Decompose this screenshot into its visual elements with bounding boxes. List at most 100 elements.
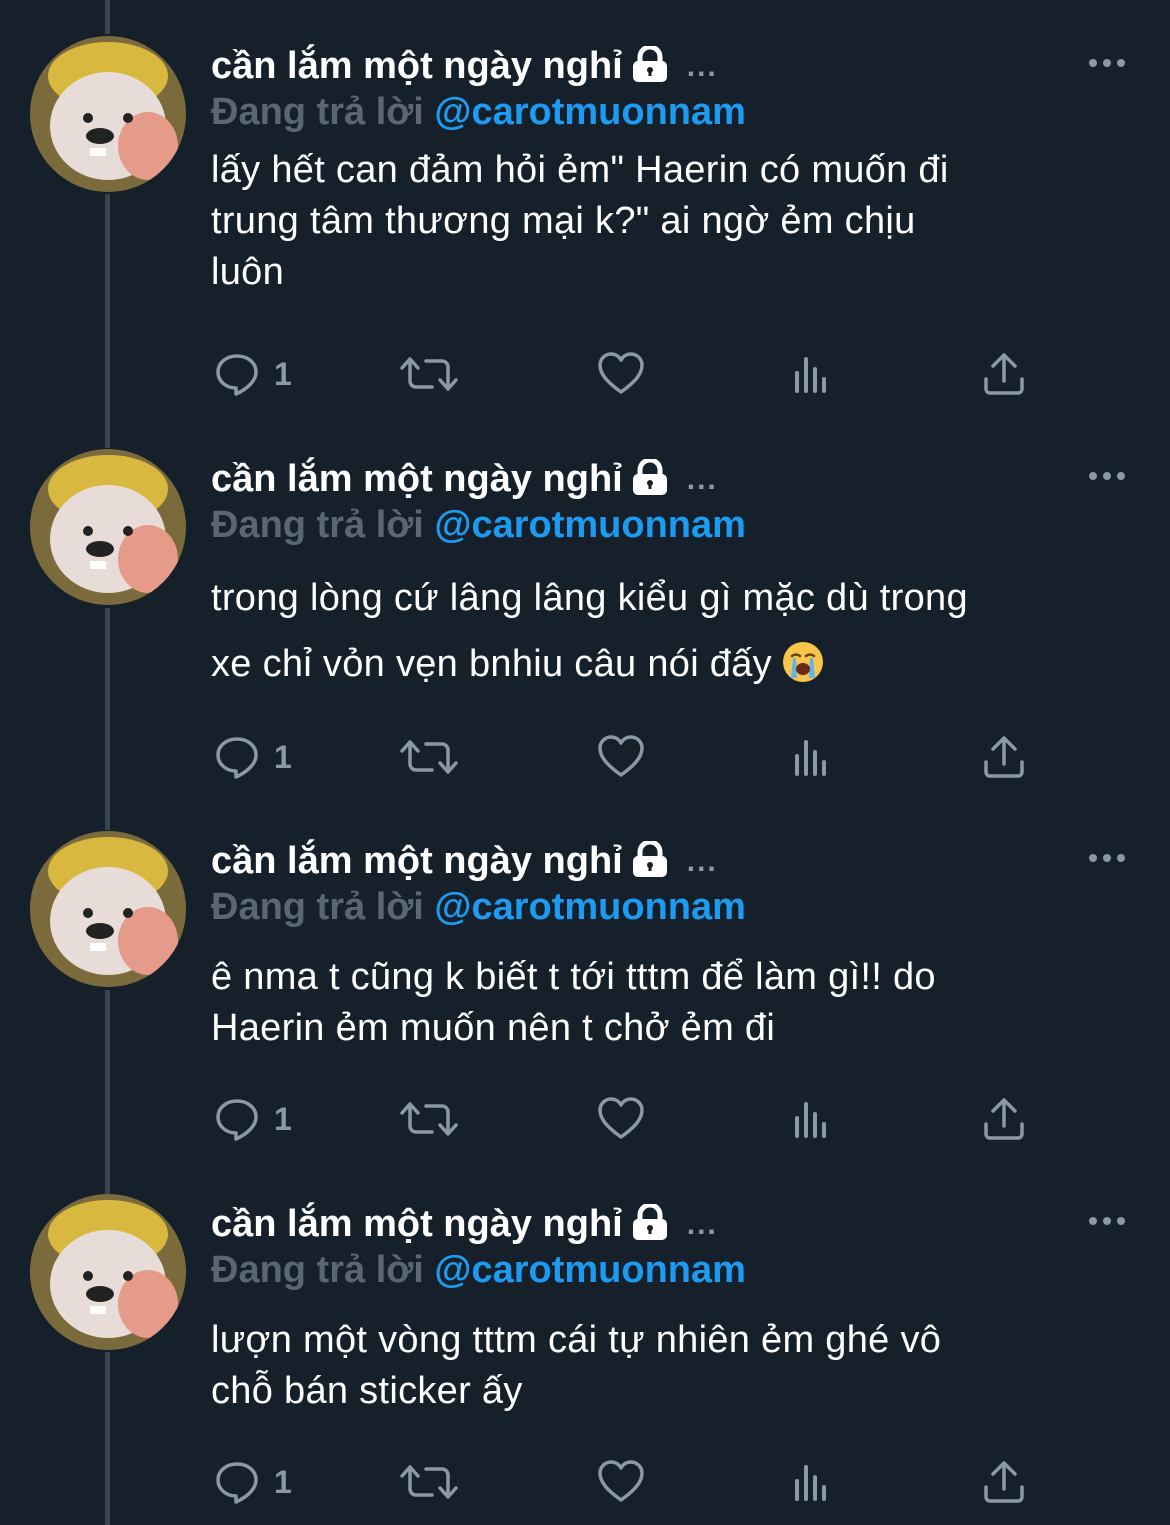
reply-button[interactable]: 1 — [214, 1457, 292, 1507]
views-icon — [792, 1459, 832, 1505]
views-button[interactable] — [792, 349, 832, 399]
reply-button[interactable]: 1 — [214, 1094, 292, 1144]
views-button[interactable] — [792, 1094, 832, 1144]
reply-icon — [214, 351, 260, 397]
like-icon — [597, 1459, 645, 1505]
avatar[interactable] — [30, 36, 186, 192]
tweet-actions: 1 — [0, 349, 1170, 399]
retweet-icon — [400, 351, 458, 397]
reply-icon — [214, 1459, 260, 1505]
lock-icon — [629, 1202, 671, 1252]
replying-to: Đang trả lời @carotmuonnam — [211, 88, 746, 136]
share-button[interactable] — [982, 1094, 1026, 1144]
replying-to-label: Đang trả lời — [211, 886, 424, 928]
tweet-text-line: trong lòng cứ lâng lâng kiểu gì mặc dù t… — [211, 577, 968, 619]
truncation-dots: ... — [686, 1208, 718, 1241]
retweet-button[interactable] — [400, 1457, 458, 1507]
reply-handle-link[interactable]: @carotmuonnam — [434, 1249, 746, 1291]
views-button[interactable] — [792, 1457, 832, 1507]
tweet-actions: 1 — [0, 732, 1170, 782]
reply-count: 1 — [274, 738, 292, 775]
tweet-text-line: Haerin ẻm muốn nên t chở ẻm đi — [211, 1007, 776, 1049]
display-name[interactable]: cần lắm một ngày nghỉ... — [211, 455, 718, 507]
display-name[interactable]: cần lắm một ngày nghỉ... — [211, 42, 718, 94]
share-icon — [982, 1459, 1026, 1505]
tweet-text-line: chỗ bán sticker ấy — [211, 1370, 523, 1412]
views-button[interactable] — [792, 732, 832, 782]
display-name[interactable]: cần lắm một ngày nghỉ... — [211, 1200, 718, 1252]
reply-button[interactable]: 1 — [214, 732, 292, 782]
thread-line — [105, 0, 110, 34]
replying-to-label: Đang trả lời — [211, 504, 424, 546]
more-options-icon[interactable] — [1087, 1214, 1127, 1226]
reply-icon — [214, 734, 260, 780]
avatar[interactable] — [30, 831, 186, 987]
avatar[interactable] — [30, 1194, 186, 1350]
tweet-text: ê nma t cũng k biết t tới tttm để làm gì… — [211, 952, 1131, 1054]
tweet-text-line: lấy hết can đảm hỏi ẻm" Haerin có muốn đ… — [211, 149, 949, 191]
tweet[interactable]: cần lắm một ngày nghỉ... Đang trả lời @c… — [0, 449, 1170, 815]
display-name-text[interactable]: cần lắm một ngày nghỉ — [211, 840, 623, 882]
tweet[interactable]: cần lắm một ngày nghỉ... Đang trả lời @c… — [0, 1194, 1170, 1525]
tweet-text: lấy hết can đảm hỏi ẻm" Haerin có muốn đ… — [211, 145, 1131, 298]
reply-count: 1 — [274, 1100, 292, 1137]
retweet-button[interactable] — [400, 1094, 458, 1144]
lock-icon — [629, 457, 671, 507]
reply-handle-link[interactable]: @carotmuonnam — [434, 91, 746, 133]
lock-icon — [629, 839, 671, 889]
lock-icon — [629, 44, 671, 94]
retweet-button[interactable] — [400, 349, 458, 399]
replying-to: Đang trả lời @carotmuonnam — [211, 883, 746, 931]
like-icon — [597, 1096, 645, 1142]
share-icon — [982, 734, 1026, 780]
share-button[interactable] — [982, 349, 1026, 399]
truncation-dots: ... — [686, 463, 718, 496]
display-name[interactable]: cần lắm một ngày nghỉ... — [211, 837, 718, 889]
tweet-text-line: xe chỉ vỏn vẹn bnhiu câu nói đấy — [211, 631, 1131, 697]
replying-to-label: Đang trả lời — [211, 1249, 424, 1291]
share-icon — [982, 351, 1026, 397]
reply-button[interactable]: 1 — [214, 349, 292, 399]
like-button[interactable] — [597, 349, 645, 399]
more-options-icon[interactable] — [1087, 851, 1127, 863]
tweet-text-line: ê nma t cũng k biết t tới tttm để làm gì… — [211, 956, 936, 998]
tweet-text-line: luôn — [211, 251, 285, 293]
retweet-button[interactable] — [400, 732, 458, 782]
tweet-text-line: lượn một vòng tttm cái tự nhiên ẻm ghé v… — [211, 1319, 942, 1361]
truncation-dots: ... — [686, 50, 718, 83]
display-name-text[interactable]: cần lắm một ngày nghỉ — [211, 45, 623, 87]
reply-handle-link[interactable]: @carotmuonnam — [434, 886, 746, 928]
tweet-actions: 1 — [0, 1457, 1170, 1507]
replying-to: Đang trả lời @carotmuonnam — [211, 501, 746, 549]
tweet[interactable]: cần lắm một ngày nghỉ... Đang trả lời @c… — [0, 831, 1170, 1167]
tweet-text: trong lòng cứ lâng lâng kiểu gì mặc dù t… — [211, 565, 1131, 697]
like-button[interactable] — [597, 1457, 645, 1507]
reply-icon — [214, 1096, 260, 1142]
tweet[interactable]: cần lắm một ngày nghỉ... Đang trả lời @c… — [0, 36, 1170, 402]
display-name-text[interactable]: cần lắm một ngày nghỉ — [211, 1203, 623, 1245]
tweet-text-line: trung tâm thương mại k?" ai ngờ ẻm chịu — [211, 200, 916, 242]
like-icon — [597, 351, 645, 397]
truncation-dots: ... — [686, 845, 718, 878]
like-icon — [597, 734, 645, 780]
reply-count: 1 — [274, 1463, 292, 1500]
share-button[interactable] — [982, 732, 1026, 782]
retweet-icon — [400, 734, 458, 780]
more-options-icon[interactable] — [1087, 56, 1127, 68]
more-options-icon[interactable] — [1087, 469, 1127, 481]
like-button[interactable] — [597, 732, 645, 782]
tweet-text-line-content: xe chỉ vỏn vẹn bnhiu câu nói đấy — [211, 643, 772, 685]
display-name-text[interactable]: cần lắm một ngày nghỉ — [211, 458, 623, 500]
retweet-icon — [400, 1096, 458, 1142]
views-icon — [792, 1096, 832, 1142]
share-icon — [982, 1096, 1026, 1142]
views-icon — [792, 351, 832, 397]
like-button[interactable] — [597, 1094, 645, 1144]
share-button[interactable] — [982, 1457, 1026, 1507]
loudly-crying-face-emoji — [782, 642, 823, 682]
views-icon — [792, 734, 832, 780]
tweet-text: lượn một vòng tttm cái tự nhiên ẻm ghé v… — [211, 1315, 1131, 1417]
replying-to: Đang trả lời @carotmuonnam — [211, 1246, 746, 1294]
avatar[interactable] — [30, 449, 186, 605]
reply-handle-link[interactable]: @carotmuonnam — [434, 504, 746, 546]
